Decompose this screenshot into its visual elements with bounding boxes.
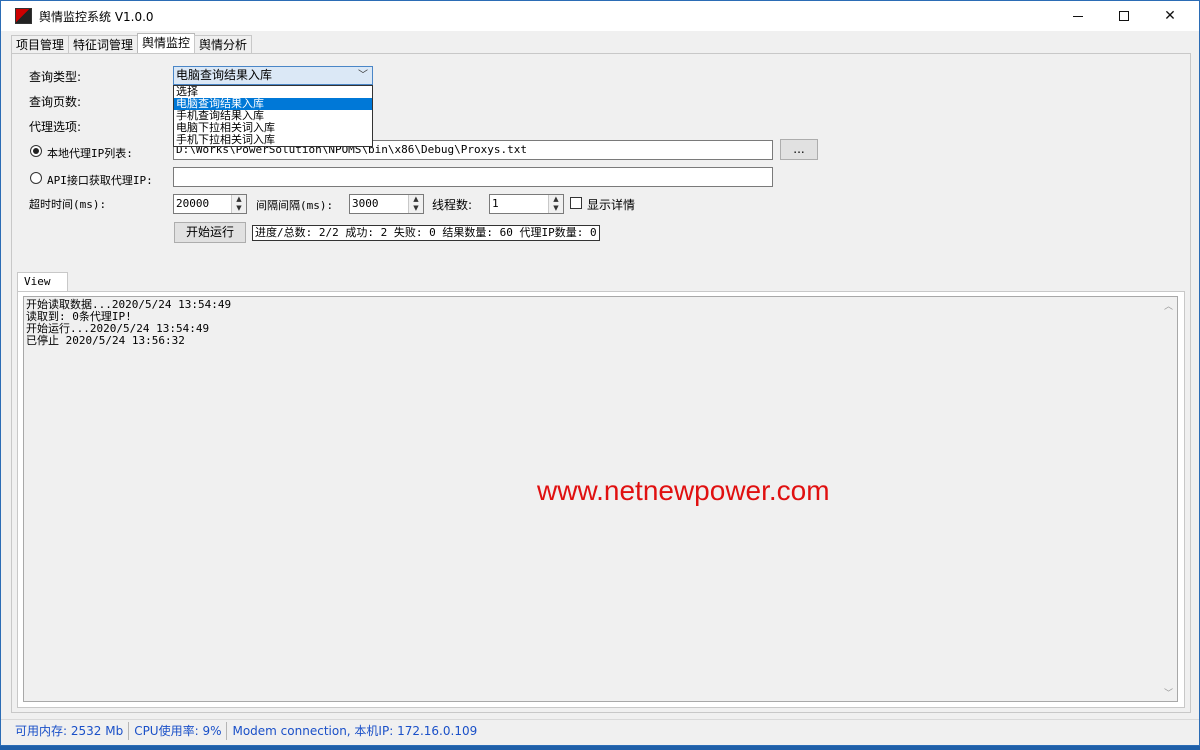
start-button[interactable]: 开始运行 <box>174 222 246 243</box>
close-button[interactable]: ✕ <box>1147 1 1193 31</box>
window-title: 舆情监控系统 V1.0.0 <box>39 10 154 24</box>
api-proxy-input[interactable] <box>173 167 773 187</box>
app-logo-icon <box>15 8 32 24</box>
interval-stepper[interactable]: 3000 ▲ ▼ <box>349 194 424 214</box>
api-proxy-radio[interactable] <box>30 172 42 184</box>
query-type-dropdown: 选择 电脑查询结果入库 手机查询结果入库 电脑下拉相关词入库 手机下拉相关词入库 <box>173 85 373 147</box>
interval-label: 间隔间隔(ms): <box>256 199 334 212</box>
watermark-text: www.netnewpower.com <box>537 475 830 506</box>
maximize-button[interactable] <box>1101 1 1147 31</box>
minimize-icon <box>1073 15 1083 17</box>
query-type-label: 查询类型: <box>29 70 82 84</box>
chevron-down-icon: ﹀ <box>358 70 368 81</box>
stepper-arrows-icon[interactable]: ▲ ▼ <box>548 195 563 213</box>
query-type-value: 电脑查询结果入库 <box>176 68 273 82</box>
timeout-value: 20000 <box>176 197 210 210</box>
status-bar: 可用内存: 2532 Mb CPU使用率: 9% Modem connectio… <box>1 719 1199 741</box>
show-details-checkbox[interactable] <box>570 197 582 209</box>
dropdown-option[interactable]: 电脑下拉相关词入库 <box>174 122 372 134</box>
proxy-options-label: 代理选项: <box>29 120 82 134</box>
show-details-label: 显示详情 <box>587 198 636 212</box>
scroll-up-icon[interactable]: ︿ <box>1164 299 1173 312</box>
threads-value: 1 <box>492 197 499 210</box>
log-line: 已停止 2020/5/24 13:56:32 <box>26 334 185 347</box>
dropdown-option[interactable]: 手机查询结果入库 <box>174 110 372 122</box>
network-status: Modem connection, 本机IP: 172.16.0.109 <box>232 723 478 738</box>
log-scrollbar[interactable]: ︿ ﹀ <box>1161 297 1177 701</box>
log-line: 开始读取数据...2020/5/24 13:54:49 <box>26 298 232 311</box>
tab-opinion-analysis[interactable]: 舆情分析 <box>194 35 253 55</box>
query-type-select[interactable]: 电脑查询结果入库 ﹀ <box>173 66 373 85</box>
local-proxy-label: 本地代理IP列表: <box>47 147 133 160</box>
threads-stepper[interactable]: 1 ▲ ▼ <box>489 194 564 214</box>
dropdown-option-selected[interactable]: 电脑查询结果入库 <box>174 98 372 110</box>
view-tab[interactable]: View <box>17 272 68 292</box>
memory-status: 可用内存: 2532 Mb <box>1 721 130 740</box>
scroll-down-icon[interactable]: ﹀ <box>1164 686 1173 699</box>
tab-keyword-management[interactable]: 特征词管理 <box>68 35 139 55</box>
dropdown-option[interactable]: 选择 <box>174 86 372 98</box>
timeout-stepper[interactable]: 20000 ▲ ▼ <box>173 194 247 214</box>
cpu-status: CPU使用率: 9% <box>129 721 228 740</box>
minimize-button[interactable] <box>1055 1 1101 31</box>
title-bar[interactable]: 舆情监控系统 V1.0.0 ✕ <box>1 1 1199 31</box>
stepper-arrows-icon[interactable]: ▲ ▼ <box>231 195 246 213</box>
tab-opinion-monitor[interactable]: 舆情监控 <box>137 33 196 55</box>
interval-value: 3000 <box>352 197 379 210</box>
close-icon: ✕ <box>1164 8 1176 24</box>
api-proxy-label: API接口获取代理IP: <box>47 174 153 187</box>
main-tabstrip: 项目管理 特征词管理 舆情监控 舆情分析 <box>11 33 253 55</box>
stepper-arrows-icon[interactable]: ▲ ▼ <box>408 195 423 213</box>
local-proxy-radio[interactable] <box>30 145 42 157</box>
dropdown-option[interactable]: 手机下拉相关词入库 <box>174 134 372 146</box>
timeout-label: 超时时间(ms): <box>29 198 107 211</box>
threads-label: 线程数: <box>432 198 473 212</box>
main-window: 舆情监控系统 V1.0.0 ✕ 项目管理 特征词管理 舆情监控 舆情分析 查询类… <box>0 0 1200 746</box>
query-pages-label: 查询页数: <box>29 95 82 109</box>
maximize-icon <box>1119 11 1129 21</box>
tab-project-management[interactable]: 项目管理 <box>11 35 70 55</box>
browse-button[interactable]: ... <box>780 139 818 160</box>
progress-status: 进度/总数: 2/2 成功: 2 失败: 0 结果数量: 60 代理IP数量: … <box>252 225 600 241</box>
log-line: 开始运行...2020/5/24 13:54:49 <box>26 322 210 335</box>
